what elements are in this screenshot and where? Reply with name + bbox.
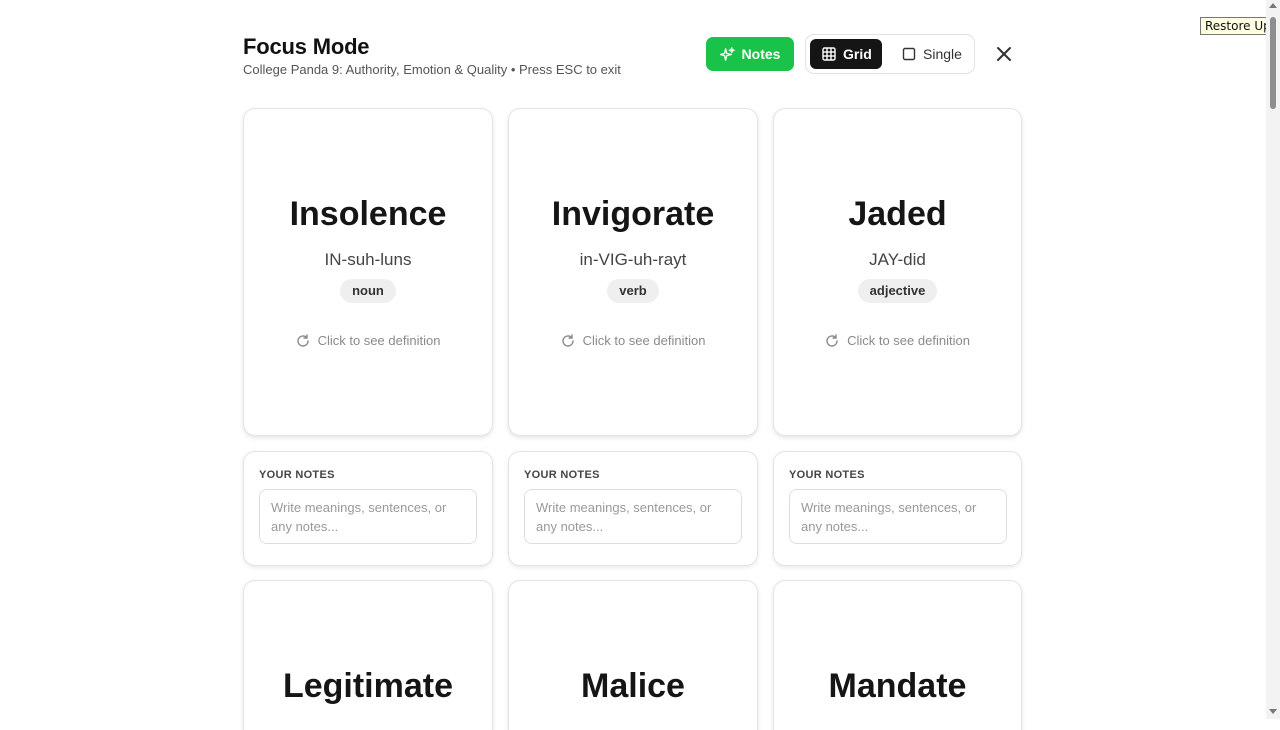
notes-panel: YOUR NOTES — [508, 451, 758, 566]
card-pronunciation: in-VIG-uh-rayt — [579, 250, 687, 269]
card-word: Insolence — [289, 195, 447, 233]
part-of-speech-badge: adjective — [857, 279, 938, 303]
flashcard[interactable]: Mandate — [773, 580, 1022, 730]
notes-input[interactable] — [789, 489, 1007, 544]
notes-label: YOUR NOTES — [259, 469, 335, 481]
flip-hint: Click to see definition — [244, 333, 492, 348]
flashcard[interactable]: Invigorate in-VIG-uh-rayt verb Click to … — [508, 108, 758, 436]
card-word: Invigorate — [551, 195, 715, 233]
page-scrollbar[interactable] — [1266, 0, 1280, 719]
rotate-icon — [296, 333, 310, 348]
single-view-label: Single — [923, 46, 962, 62]
restore-up-tooltip: Restore Up — [1200, 17, 1276, 35]
square-icon — [902, 47, 916, 61]
scroll-down-arrow-icon[interactable] — [1269, 709, 1277, 714]
grid-view-button[interactable]: Grid — [810, 39, 882, 69]
flip-hint: Click to see definition — [774, 333, 1021, 348]
card-word: Legitimate — [282, 667, 454, 705]
rotate-icon — [561, 333, 575, 348]
flip-hint-label: Click to see definition — [317, 333, 441, 348]
notes-label: YOUR NOTES — [524, 469, 600, 481]
card-word: Jaded — [848, 195, 947, 233]
notes-label: YOUR NOTES — [789, 469, 865, 481]
card-word: Malice — [581, 667, 685, 705]
flashcard[interactable]: Jaded JAY-did adjective Click to see def… — [773, 108, 1022, 436]
card-pronunciation: JAY-did — [869, 250, 926, 269]
page-title: Focus Mode — [243, 34, 370, 59]
scrollbar-thumb[interactable] — [1270, 17, 1276, 109]
rotate-icon — [825, 333, 839, 348]
part-of-speech-badge: verb — [607, 279, 659, 303]
notes-panel: YOUR NOTES — [243, 451, 493, 566]
notes-button[interactable]: Notes — [706, 37, 794, 71]
notes-input[interactable] — [259, 489, 477, 544]
card-word: Mandate — [828, 667, 967, 705]
close-button[interactable] — [992, 42, 1016, 66]
sparkles-icon — [719, 46, 735, 62]
grid-view-label: Grid — [843, 46, 872, 62]
card-pronunciation: IN-suh-luns — [324, 250, 412, 269]
grid-icon — [822, 47, 836, 61]
flip-hint-label: Click to see definition — [582, 333, 706, 348]
scroll-up-arrow-icon[interactable] — [1269, 3, 1277, 8]
flashcard[interactable]: Insolence IN-suh-luns noun Click to see … — [243, 108, 493, 436]
single-view-button[interactable]: Single — [890, 39, 970, 69]
flip-hint-label: Click to see definition — [847, 333, 970, 348]
view-toggle: Grid Single — [805, 34, 975, 74]
flashcard[interactable]: Legitimate — [243, 580, 493, 730]
flashcard[interactable]: Malice — [508, 580, 758, 730]
part-of-speech-badge: noun — [340, 279, 396, 303]
notes-input[interactable] — [524, 489, 742, 544]
flip-hint: Click to see definition — [509, 333, 757, 348]
notes-button-label: Notes — [741, 46, 781, 62]
page-subtitle: College Panda 9: Authority, Emotion & Qu… — [243, 62, 621, 77]
close-icon — [996, 46, 1012, 62]
notes-panel: YOUR NOTES — [773, 451, 1022, 566]
